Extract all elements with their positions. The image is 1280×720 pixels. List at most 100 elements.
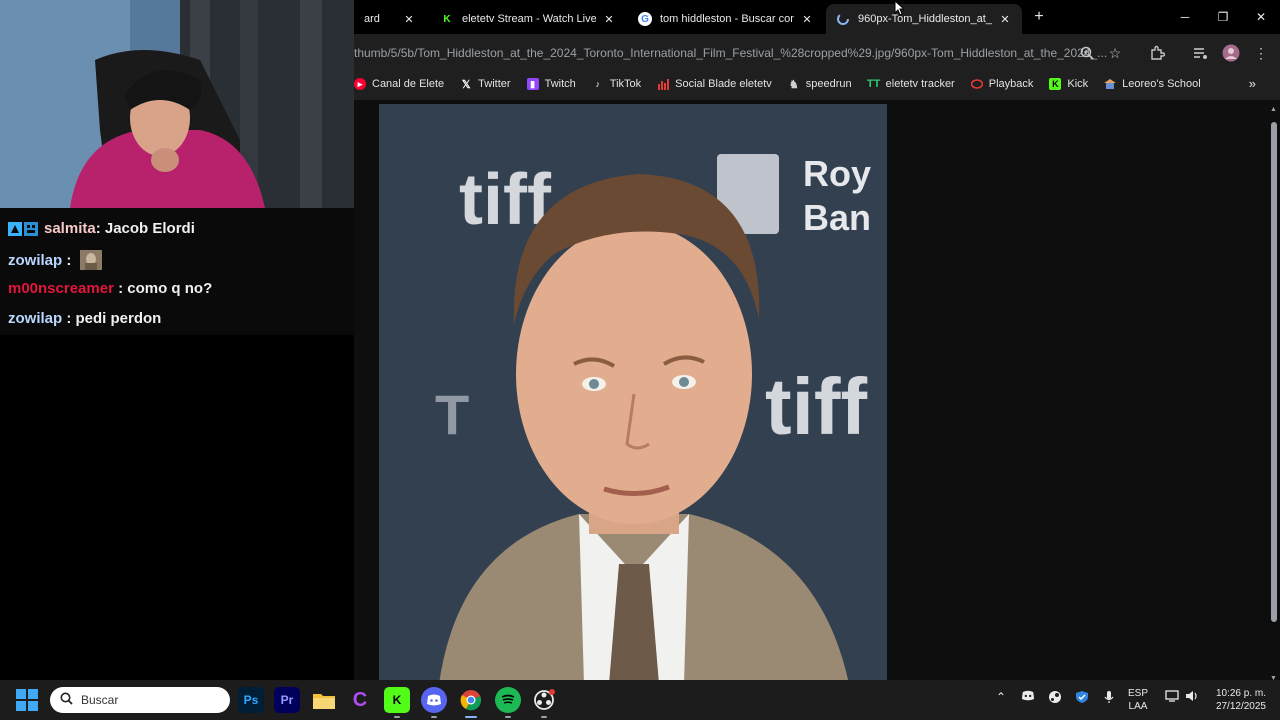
tab-title: eletetv Stream - Watch Live on: [462, 13, 596, 25]
tab-title: ard: [364, 13, 380, 25]
chat-text: : como q no?: [113, 280, 213, 297]
close-window-icon[interactable]: ✕: [1242, 0, 1280, 34]
minimize-icon[interactable]: ─: [1166, 0, 1204, 34]
chat-message: salmita : Jacob Elordi: [8, 220, 195, 237]
bookmark-label: speedrun: [805, 78, 852, 90]
close-icon[interactable]: ✕: [402, 13, 416, 26]
microphone-icon[interactable]: [1103, 690, 1115, 707]
page-content: tiff Roy Ban tiff T ▲ ▼: [354, 96, 1280, 684]
new-tab-button[interactable]: +: [1030, 8, 1048, 26]
playback-icon: [970, 78, 983, 90]
address-bar[interactable]: thumb/5/5b/Tom_Hiddleston_at_the_2024_To…: [354, 39, 1124, 67]
avatar[interactable]: [1220, 42, 1242, 64]
obs-icon[interactable]: [531, 687, 557, 718]
chat-text: :: [62, 251, 76, 269]
bookmark-label: Playback: [988, 78, 1034, 90]
network-icon[interactable]: [1165, 690, 1179, 705]
kick-icon[interactable]: K: [384, 687, 410, 718]
bookmark-social-blade[interactable]: Social Blade eletetv: [657, 78, 772, 90]
tiktok-icon: ♪: [595, 79, 601, 89]
overlay-background: [0, 335, 354, 680]
photoshop-icon[interactable]: Ps: [238, 687, 264, 713]
webcam-image: [0, 0, 354, 208]
language-indicator[interactable]: ESP LAA: [1128, 687, 1148, 713]
bookmark-label: Twitch: [544, 78, 576, 90]
search-placeholder: Buscar: [81, 693, 119, 707]
bookmark-speedrun[interactable]: ♞ speedrun: [788, 78, 852, 91]
chat-text: : pedi perdon: [62, 310, 162, 327]
chrome-icon[interactable]: [458, 687, 484, 718]
security-tray-icon[interactable]: [1075, 690, 1089, 707]
bookmark-tiktok[interactable]: ♪ TikTok: [592, 78, 642, 90]
stream-chat: salmita : Jacob Elordi zowilap : m00nscr…: [0, 208, 354, 335]
chat-username[interactable]: zowilap: [8, 252, 62, 269]
zoom-icon[interactable]: [1076, 42, 1098, 64]
bookmark-label: Kick: [1067, 78, 1089, 90]
maximize-icon[interactable]: ❐: [1204, 0, 1242, 34]
bookmark-star-icon[interactable]: ☆: [1104, 42, 1126, 64]
scroll-up-icon[interactable]: ▲: [1270, 106, 1277, 113]
discord-icon[interactable]: [421, 687, 447, 718]
volume-icon[interactable]: [1185, 690, 1199, 705]
svg-text:tiff: tiff: [765, 362, 868, 451]
screen: { "browser": { "tabs": [ {"title": "ard"…: [0, 0, 1280, 720]
chat-emote-icon: [79, 250, 102, 270]
bookmark-canal-de-elete[interactable]: ▸ Canal de Elete: [354, 78, 444, 90]
extensions-icon[interactable]: [1146, 42, 1168, 64]
canva-icon[interactable]: C: [347, 687, 373, 713]
keyboard-layout: LAA: [1128, 701, 1148, 712]
chat-username[interactable]: m00nscreamer: [8, 280, 114, 297]
tab-title: 960px-Tom_Hiddleston_at_the_: [858, 13, 992, 25]
steam-tray-icon[interactable]: [1048, 690, 1062, 707]
x-icon: 𝕏: [461, 78, 471, 91]
tab-image-active[interactable]: 960px-Tom_Hiddleston_at_the_ ✕: [826, 4, 1022, 34]
kick-icon: K: [1049, 78, 1062, 90]
show-hidden-icons-icon[interactable]: ⌃: [996, 690, 1006, 704]
taskbar: Buscar Ps Pr C K ⌃ ESP LAA 10:26 p. m. 2…: [0, 680, 1280, 720]
bookmarks-overflow-icon[interactable]: »: [1249, 76, 1256, 91]
tab-google-search[interactable]: G tom hiddleston - Buscar con Go ✕: [628, 4, 824, 34]
close-icon[interactable]: ✕: [602, 13, 616, 26]
bookmarks-bar: ▸ Canal de Elete 𝕏 Twitter ▮ Twitch ♪ Ti…: [354, 72, 1280, 96]
bookmark-leoreos-school[interactable]: Leoreo's School: [1104, 78, 1201, 90]
bookmark-label: Canal de Elete: [372, 78, 445, 90]
twitch-icon: ▮: [526, 78, 539, 90]
bookmark-kick[interactable]: K Kick: [1049, 78, 1088, 90]
windows-start-icon[interactable]: [16, 689, 38, 711]
more-menu-icon[interactable]: ⋮: [1250, 42, 1272, 64]
loading-icon: [836, 12, 850, 26]
svg-text:Roy: Roy: [803, 153, 871, 194]
google-icon: G: [638, 12, 652, 26]
chat-username[interactable]: salmita: [44, 220, 96, 237]
close-icon[interactable]: ✕: [800, 13, 814, 26]
file-explorer-icon[interactable]: [311, 687, 337, 713]
window-controls: ─ ❐ ✕: [1166, 0, 1280, 34]
media-control-icon[interactable]: [1190, 42, 1212, 64]
tab-title: tom hiddleston - Buscar con Go: [660, 13, 794, 25]
system-clock[interactable]: 10:26 p. m. 27/12/2025: [1204, 687, 1266, 713]
discord-tray-icon[interactable]: [1021, 690, 1035, 704]
vertical-scrollbar[interactable]: ▲ ▼: [1270, 106, 1278, 682]
premiere-icon[interactable]: Pr: [274, 687, 300, 713]
svg-text:Ban: Ban: [803, 197, 871, 238]
language-code: ESP: [1128, 688, 1149, 699]
tab-strip: ard ✕ K eletetv Stream - Watch Live on ✕…: [354, 0, 1280, 34]
tab-eletetv-stream[interactable]: K eletetv Stream - Watch Live on ✕: [430, 4, 626, 34]
spotify-icon[interactable]: [495, 687, 521, 718]
chat-username[interactable]: zowilap: [8, 310, 62, 327]
search-icon: [60, 692, 73, 708]
socialblade-icon: [657, 78, 670, 90]
scrollbar-thumb[interactable]: [1271, 122, 1277, 622]
bookmark-playback[interactable]: Playback: [970, 78, 1034, 90]
bookmark-eletetv-tracker[interactable]: TT eletetv tracker: [867, 78, 955, 90]
close-icon[interactable]: ✕: [998, 13, 1012, 26]
taskbar-search[interactable]: Buscar: [50, 687, 230, 713]
chat-text: : Jacob Elordi: [95, 220, 195, 237]
chat-message: m00nscreamer : como q no?: [8, 280, 212, 297]
portrait-image[interactable]: tiff Roy Ban tiff T: [379, 104, 887, 684]
bookmark-twitch[interactable]: ▮ Twitch: [526, 78, 576, 90]
clock-date: 27/12/2025: [1215, 701, 1266, 712]
tab-partial[interactable]: ard ✕: [354, 4, 426, 34]
chat-badges-icon: [8, 221, 38, 237]
bookmark-twitter[interactable]: 𝕏 Twitter: [460, 78, 511, 91]
